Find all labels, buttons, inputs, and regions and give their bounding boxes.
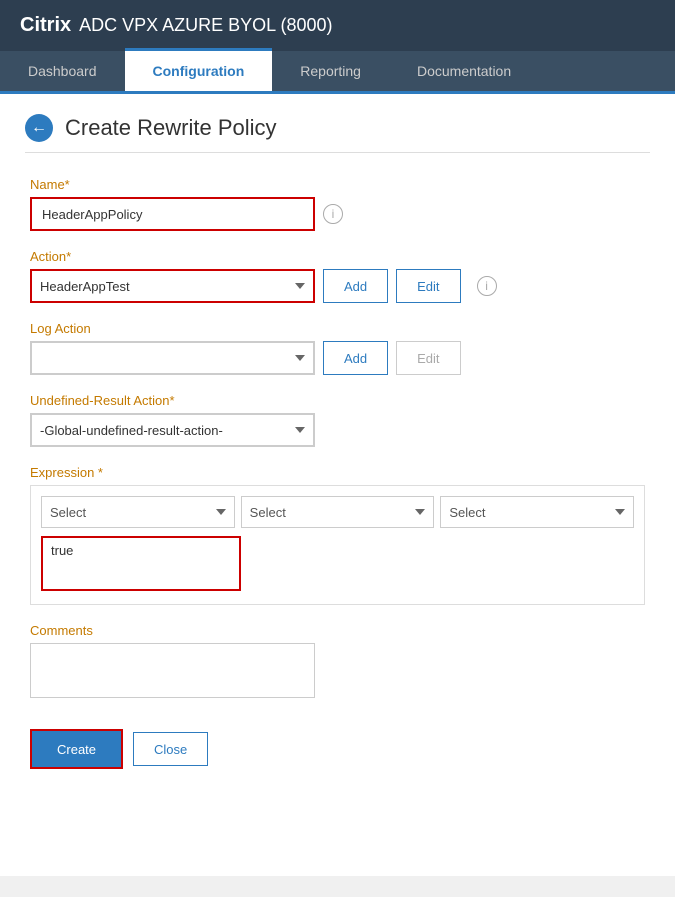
- action-select[interactable]: HeaderAppTest: [30, 269, 315, 303]
- action-group: Action* HeaderAppTest Add Edit i: [30, 249, 645, 303]
- undefined-action-select[interactable]: -Global-undefined-result-action-: [30, 413, 315, 447]
- comments-label: Comments: [30, 623, 645, 638]
- tab-dashboard[interactable]: Dashboard: [0, 51, 125, 91]
- log-action-group: Log Action Add Edit: [30, 321, 645, 375]
- expression-section: Select Select Select true: [30, 485, 645, 605]
- action-edit-button[interactable]: Edit: [396, 269, 460, 303]
- close-button[interactable]: Close: [133, 732, 208, 766]
- tab-reporting[interactable]: Reporting: [272, 51, 389, 91]
- brand-citrix: Citrix: [20, 14, 71, 37]
- main-content: ← Create Rewrite Policy Name* i Action* …: [0, 94, 675, 876]
- comments-textarea[interactable]: [30, 643, 315, 698]
- action-add-button[interactable]: Add: [323, 269, 388, 303]
- tab-documentation[interactable]: Documentation: [389, 51, 539, 91]
- expression-select-2[interactable]: Select: [241, 496, 435, 528]
- tab-configuration[interactable]: Configuration: [125, 48, 273, 91]
- create-btn-wrapper: Create: [30, 729, 123, 769]
- nav-tabs: Dashboard Configuration Reporting Docume…: [0, 51, 675, 94]
- expression-dropdowns: Select Select Select: [41, 496, 634, 528]
- undefined-action-row: -Global-undefined-result-action-: [30, 413, 645, 447]
- expression-select-1[interactable]: Select: [41, 496, 235, 528]
- back-button[interactable]: ←: [25, 114, 53, 142]
- undefined-action-group: Undefined-Result Action* -Global-undefin…: [30, 393, 645, 447]
- log-action-label: Log Action: [30, 321, 645, 336]
- action-row: HeaderAppTest Add Edit i: [30, 269, 645, 303]
- log-action-row: Add Edit: [30, 341, 645, 375]
- header-title: ADC VPX AZURE BYOL (8000): [79, 15, 332, 36]
- page-title: Create Rewrite Policy: [65, 115, 277, 141]
- back-icon: ←: [31, 119, 47, 137]
- name-label: Name*: [30, 177, 645, 192]
- expression-select-3[interactable]: Select: [440, 496, 634, 528]
- expression-group: Expression * Select Select Select true: [30, 465, 645, 605]
- undefined-action-label: Undefined-Result Action*: [30, 393, 645, 408]
- action-label: Action*: [30, 249, 645, 264]
- log-action-select[interactable]: [30, 341, 315, 375]
- log-action-edit-button: Edit: [396, 341, 460, 375]
- name-input[interactable]: [30, 197, 315, 231]
- name-group: Name* i: [30, 177, 645, 231]
- comments-group: Comments: [30, 623, 645, 701]
- action-info-icon[interactable]: i: [477, 276, 497, 296]
- page-heading: ← Create Rewrite Policy: [25, 114, 650, 153]
- expression-textarea[interactable]: true: [41, 536, 241, 591]
- name-info-icon[interactable]: i: [323, 204, 343, 224]
- expression-label: Expression *: [30, 465, 645, 480]
- create-button[interactable]: Create: [32, 731, 121, 767]
- app-header: Citrix ADC VPX AZURE BYOL (8000): [0, 0, 675, 51]
- bottom-buttons: Create Close: [30, 729, 645, 769]
- log-action-add-button[interactable]: Add: [323, 341, 388, 375]
- form-section: Name* i Action* HeaderAppTest Add Edit i…: [25, 177, 650, 769]
